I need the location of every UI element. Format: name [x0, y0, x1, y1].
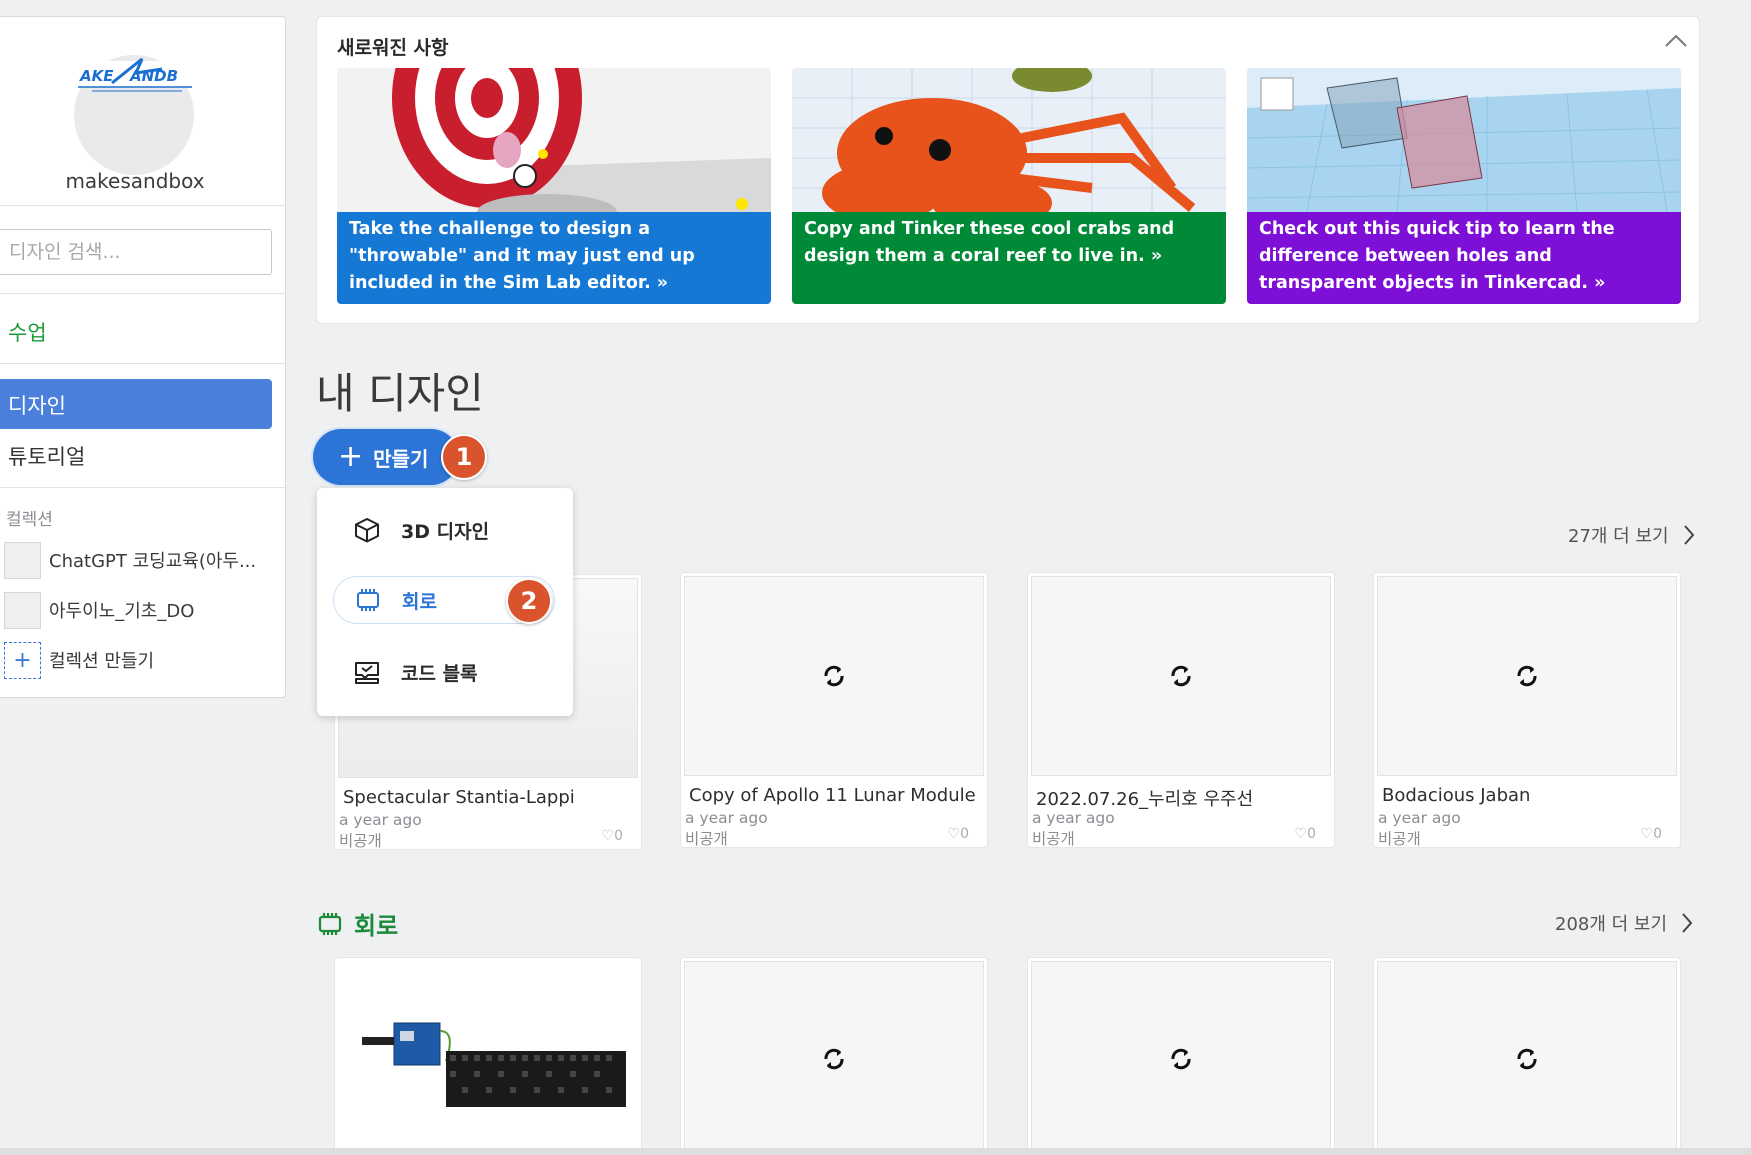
circuit-thumbnail — [338, 961, 638, 1155]
design-name: Spectacular Stantia-Lappi — [343, 787, 575, 808]
circuit-thumbnail — [684, 961, 984, 1155]
design-privacy: 비공개 — [1378, 830, 1421, 848]
design-name: Bodacious Jaban — [1382, 785, 1531, 806]
divider — [0, 205, 286, 206]
circuits-label: 회로 — [354, 912, 399, 940]
news-card-text: Take the challenge to design a "throwabl… — [337, 212, 771, 304]
target-illustration — [337, 68, 771, 212]
circuit-thumbnail — [1377, 961, 1677, 1155]
boxes-illustration — [1247, 68, 1681, 212]
circuit-card[interactable] — [334, 957, 642, 1155]
horizontal-scrollbar[interactable] — [0, 1148, 1751, 1155]
sidebar: AKE ANDB makesandbox 수업 디자인 튜토리얼 컬렉션 Cha… — [0, 16, 286, 698]
whats-new-title: 새로워진 사항 — [337, 37, 449, 59]
menu-item-code-blocks[interactable]: 코드 블록 — [333, 648, 555, 696]
username: makesandbox — [65, 169, 205, 193]
collection-thumbnail — [4, 541, 41, 579]
collection-thumbnail — [4, 591, 41, 629]
whats-new-panel: 새로워진 사항 Take the challenge to design a "… — [316, 16, 1700, 324]
chevron-right-icon — [1683, 525, 1694, 545]
design-privacy: 비공개 — [685, 830, 728, 848]
design-card[interactable]: Copy of Apollo 11 Lunar Module a year ag… — [680, 572, 988, 848]
create-button[interactable]: + 만들기 — [316, 432, 456, 482]
menu-item-label: 3D 디자인 — [401, 520, 490, 543]
code-blocks-icon — [355, 662, 379, 684]
sidebar-item-design[interactable]: 디자인 — [0, 379, 272, 429]
design-thumbnail — [684, 576, 984, 776]
design-time: a year ago — [685, 809, 768, 827]
collection-item[interactable]: 아두이노_기초_DO — [4, 591, 194, 629]
circuit-thumbnail — [1031, 961, 1331, 1155]
sidebar-item-class[interactable]: 수업 — [8, 317, 47, 347]
loading-icon — [824, 1048, 844, 1069]
loading-icon — [1517, 1048, 1537, 1069]
sidebar-item-tutorial[interactable]: 튜토리얼 — [8, 441, 85, 471]
circuit-card[interactable] — [680, 957, 988, 1155]
design-card[interactable]: Bodacious Jaban a year ago 비공개 ♡0 — [1373, 572, 1681, 848]
like-count[interactable]: ♡0 — [1641, 826, 1662, 842]
design-card[interactable]: 2022.07.26_누리호 우주선 a year ago 비공개 ♡0 — [1027, 572, 1335, 848]
menu-item-label: 코드 블록 — [401, 662, 478, 685]
create-button-label: 만들기 — [373, 446, 429, 471]
step-badge-1: 1 — [441, 434, 487, 480]
design-thumbnail — [1377, 576, 1677, 776]
loading-icon — [1171, 1048, 1191, 1069]
divider — [0, 487, 286, 488]
cube-icon — [355, 518, 379, 543]
design-name: Copy of Apollo 11 Lunar Module — [689, 785, 976, 806]
more-designs-link[interactable]: 27개 더 보기 — [1568, 522, 1695, 548]
divider — [0, 363, 286, 364]
design-time: a year ago — [1032, 809, 1115, 827]
more-label: 208개 더 보기 — [1555, 914, 1668, 935]
collections-heading: 컬렉션 — [6, 510, 53, 530]
chevron-right-icon — [1682, 913, 1693, 933]
news-card-text: Copy and Tinker these cool crabs and des… — [792, 212, 1226, 304]
plus-icon: + — [4, 641, 41, 679]
circuit-card[interactable] — [1027, 957, 1335, 1155]
design-privacy: 비공개 — [339, 832, 382, 850]
plus-icon: + — [338, 439, 364, 474]
design-time: a year ago — [339, 811, 422, 829]
search-input[interactable] — [0, 229, 272, 275]
news-card-holes[interactable]: Check out this quick tip to learn the di… — [1247, 68, 1681, 304]
chevron-up-icon[interactable] — [1663, 31, 1689, 51]
like-count[interactable]: ♡0 — [948, 826, 969, 842]
news-card-crabs[interactable]: Copy and Tinker these cool crabs and des… — [792, 68, 1226, 304]
more-circuits-link[interactable]: 208개 더 보기 — [1555, 910, 1693, 936]
circuit-icon — [357, 589, 379, 611]
design-time: a year ago — [1378, 809, 1461, 827]
design-thumbnail — [1031, 576, 1331, 776]
circuit-icon — [318, 912, 342, 935]
collection-item[interactable]: ChatGPT 코딩교육(아두... — [4, 541, 256, 579]
divider — [0, 293, 286, 294]
news-card-text: Check out this quick tip to learn the di… — [1247, 212, 1681, 304]
more-label: 27개 더 보기 — [1568, 526, 1669, 547]
create-collection-label: 컬렉션 만들기 — [49, 651, 155, 672]
menu-item-label: 회로 — [402, 590, 437, 613]
loading-icon — [824, 665, 844, 687]
loading-icon — [1517, 665, 1537, 687]
circuit-card[interactable] — [1373, 957, 1681, 1155]
collection-label: ChatGPT 코딩교육(아두... — [49, 551, 257, 572]
makesandbox-logo: AKE ANDB — [76, 57, 196, 92]
crab-illustration — [792, 68, 1226, 212]
circuits-section-title: 회로 — [316, 906, 398, 941]
like-count[interactable]: ♡0 — [602, 828, 623, 844]
news-card-throwable[interactable]: Take the challenge to design a "throwabl… — [337, 68, 771, 304]
create-collection-button[interactable]: + 컬렉션 만들기 — [4, 641, 154, 679]
loading-icon — [1171, 665, 1191, 687]
like-count[interactable]: ♡0 — [1295, 826, 1316, 842]
menu-item-3d-design[interactable]: 3D 디자인 — [333, 506, 555, 554]
page-title: 내 디자인 — [316, 369, 484, 418]
step-badge-2: 2 — [506, 578, 552, 624]
design-name: 2022.07.26_누리호 우주선 — [1036, 789, 1254, 810]
design-privacy: 비공개 — [1032, 830, 1075, 848]
collection-label: 아두이노_기초_DO — [49, 601, 195, 622]
svg-text:AKE: AKE — [79, 67, 114, 85]
